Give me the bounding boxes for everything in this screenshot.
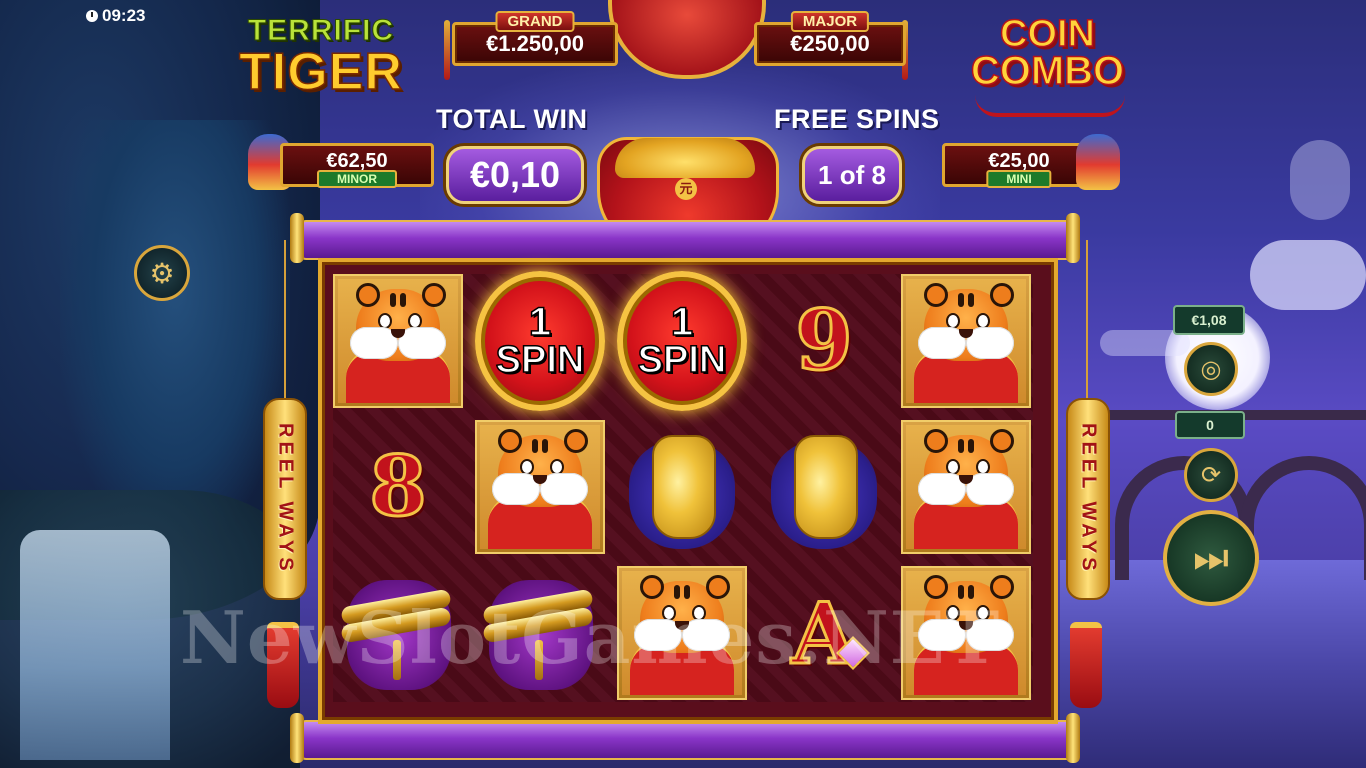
reel-cell-eight: 8: [333, 420, 463, 554]
vase-symbol: [621, 423, 743, 551]
jackpot-major-label: MAJOR: [790, 11, 870, 32]
reel-cell-spin-coin: 1 SPIN: [475, 271, 605, 411]
clock-time: 09:23: [102, 6, 146, 25]
jackpot-major: MAJOR €250,00: [754, 11, 906, 66]
bet-value: €1,08: [1173, 305, 1245, 335]
gear-icon: ⚙: [149, 257, 175, 289]
spin-coin-text: SPIN: [495, 339, 585, 381]
jackpot-mini: €25,00 MINI: [942, 143, 1096, 188]
cloud: [1250, 240, 1366, 310]
bridge-arch: [1240, 456, 1366, 580]
logo-ribbon: [975, 95, 1125, 117]
scroll-end: [1066, 713, 1080, 763]
jackpot-minor-label: MINOR: [317, 170, 397, 188]
free-spins-label: FREE SPINS: [774, 104, 940, 134]
total-win-value: €0,10: [446, 146, 584, 204]
reel-ways-text: REEL WAYS: [274, 423, 297, 575]
settings-button[interactable]: ⚙: [134, 245, 190, 301]
spin-coin-symbol: 1 SPIN: [475, 271, 605, 411]
cloud: [1290, 140, 1350, 220]
waterfall-background: [20, 530, 170, 760]
scroll-end: [1066, 213, 1080, 263]
scroll-bottom-bar: [300, 720, 1074, 760]
logo-line-2: TIGER: [238, 43, 403, 101]
reel-ways-banner-right: REEL WAYS: [1066, 398, 1110, 600]
free-spins-counter: 1 of 8: [802, 146, 902, 204]
jackpot-grand: GRAND €1.250,00: [452, 11, 618, 66]
reel-cell-vase: [759, 420, 889, 554]
clock-icon: [86, 10, 98, 22]
reel-cell-tiger: [901, 420, 1031, 554]
scroll-end: [290, 713, 304, 763]
status-clock: 09:23: [86, 6, 145, 26]
tiger-symbol: [338, 279, 458, 403]
coin-combo-line-2: COMBO: [970, 49, 1125, 94]
lucky-god-mascot: [1076, 134, 1120, 190]
reel-cell-nine: 9: [759, 274, 889, 408]
gold-coins: [615, 138, 755, 178]
jackpot-grand-label: GRAND: [495, 11, 575, 32]
spin-coin-number: 1: [670, 300, 694, 344]
spin-coin-symbol: 1 SPIN: [617, 271, 747, 411]
jackpot-mini-label: MINI: [986, 170, 1052, 188]
tassel: [444, 20, 450, 80]
coin-combo-logo: COIN COMBO: [940, 13, 1155, 94]
banner-cord: [284, 240, 286, 400]
tiger-symbol: [906, 279, 1026, 403]
total-win-label: TOTAL WIN: [436, 104, 588, 134]
bet-button[interactable]: ◎: [1184, 342, 1238, 396]
reel-ways-text: REEL WAYS: [1077, 423, 1100, 575]
pot-emblem-icon: 元: [675, 178, 697, 200]
reel-cell-tiger: [475, 420, 605, 554]
banner-cord: [1086, 240, 1088, 400]
coin-combo-line-1: COIN: [999, 13, 1096, 55]
reel-cell-vase: [617, 420, 747, 554]
jackpot-minor: €62,50 MINOR: [280, 143, 434, 188]
skip-play-icon: ⏭: [1193, 535, 1229, 580]
coin-stack-icon: ◎: [1200, 355, 1222, 383]
eight-symbol: 8: [368, 438, 428, 537]
autoplay-icon: ⟳: [1200, 461, 1222, 489]
reel-cell-tiger: [333, 274, 463, 408]
tiger-symbol: [480, 425, 600, 549]
autoplay-count: 0: [1175, 411, 1245, 439]
spin-button[interactable]: ⏭: [1163, 510, 1259, 606]
scroll-end: [290, 213, 304, 263]
scroll-top-bar: [300, 220, 1074, 260]
game-logo: TERRIFIC TIGER: [226, 14, 416, 101]
reel-ways-banner-left: REEL WAYS: [263, 398, 307, 600]
spin-coin-number: 1: [528, 300, 552, 344]
autoplay-button[interactable]: ⟳: [1184, 448, 1238, 502]
spin-coin-text: SPIN: [637, 339, 727, 381]
logo-line-1: TERRIFIC: [247, 14, 395, 47]
vase-symbol: [763, 423, 885, 551]
nine-symbol: 9: [794, 292, 854, 391]
reel-cell-tiger: [901, 274, 1031, 408]
watermark: NewSlotGames.NET: [180, 595, 1001, 680]
reel-cell-spin-coin: 1 SPIN: [617, 271, 747, 411]
tiger-symbol: [906, 425, 1026, 549]
